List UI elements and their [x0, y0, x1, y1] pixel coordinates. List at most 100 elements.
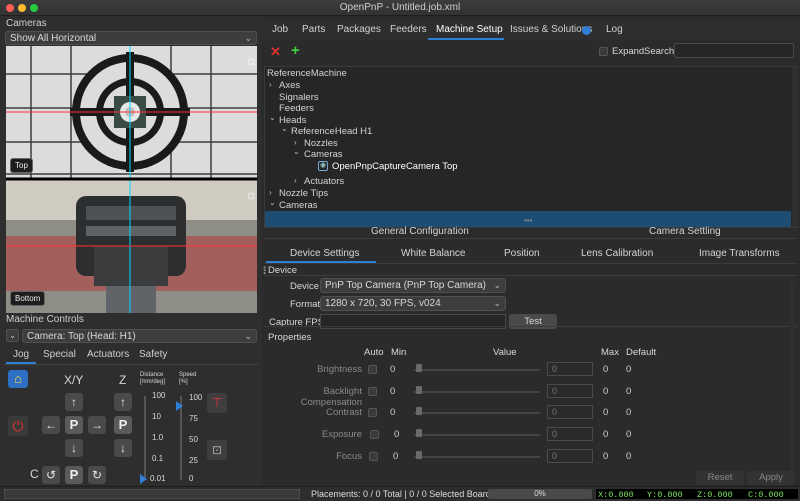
slider-thumb[interactable] — [416, 364, 422, 372]
chevron-right-icon[interactable]: › — [269, 80, 272, 89]
jog-z-plus-button[interactable]: ↑ — [114, 393, 132, 411]
tab-safety[interactable]: Safety — [139, 349, 167, 360]
tree-item-cameras[interactable]: Cameras — [279, 200, 318, 211]
jog-x-minus-button[interactable]: ← — [42, 416, 60, 434]
chevron-down-icon[interactable]: ⌄ — [293, 147, 300, 156]
dro-y[interactable]: Y:0.000 — [647, 490, 683, 500]
auto-checkbox[interactable] — [368, 365, 377, 374]
home-icon[interactable]: ⌂ — [8, 370, 28, 388]
value-input[interactable]: 0 — [547, 384, 593, 398]
rotate-cw-icon[interactable]: ↻ — [88, 466, 106, 484]
delete-icon[interactable]: ✕ — [270, 44, 281, 60]
tab-job[interactable]: Job — [272, 24, 288, 35]
jog-y-minus-button[interactable]: ↓ — [65, 439, 83, 457]
camera-position-icon[interactable]: ⊡ — [207, 440, 227, 460]
tab-machine-setup[interactable]: Machine Setup — [436, 24, 503, 35]
dro-c[interactable]: C:0.000 — [748, 490, 784, 500]
zoom-window-button[interactable] — [30, 4, 38, 12]
park-z-button[interactable]: P — [114, 416, 132, 434]
dro-x[interactable]: X:0.000 — [598, 490, 634, 500]
tree-item-cameras-head[interactable]: Cameras — [304, 149, 343, 160]
tab-position[interactable]: Position — [504, 248, 540, 259]
property-slider[interactable] — [414, 369, 540, 371]
slider-thumb[interactable] — [416, 451, 422, 459]
tree-item-axes[interactable]: Axes — [279, 80, 300, 91]
camera-view-mode-select[interactable]: Show All Horizontal ⌄ — [5, 31, 257, 45]
slider-thumb[interactable] — [416, 429, 422, 437]
tab-lens-calibration[interactable]: Lens Calibration — [581, 248, 653, 259]
tree-item-signalers[interactable]: Signalers — [279, 92, 319, 103]
tree-item-feeders[interactable]: Feeders — [279, 103, 314, 114]
tree-item-reference-machine[interactable]: ReferenceMachine — [267, 68, 347, 79]
sun-icon[interactable]: ☼ — [245, 52, 257, 68]
sun-icon[interactable]: ☼ — [245, 186, 257, 202]
distance-slider-handle[interactable] — [140, 474, 147, 484]
safe-z-icon[interactable]: ⊤ — [207, 393, 227, 413]
tree-item-camera-top[interactable]: OpenPnpCaptureCamera Top — [332, 161, 458, 172]
property-slider[interactable] — [414, 391, 540, 393]
property-slider[interactable] — [414, 412, 540, 414]
park-c-button[interactable]: P — [65, 466, 83, 484]
tab-parts[interactable]: Parts — [302, 24, 325, 35]
tab-camera-settling[interactable]: Camera Settling — [649, 226, 721, 237]
jog-x-plus-button[interactable]: → — [88, 416, 106, 434]
chevron-right-icon[interactable]: › — [269, 188, 272, 197]
tree-item-nozzles[interactable]: Nozzles — [304, 138, 338, 149]
device-value: PnP Top Camera (PnP Top Camera) — [325, 280, 487, 291]
minimize-window-button[interactable] — [18, 4, 26, 12]
search-input[interactable] — [674, 43, 794, 58]
format-select[interactable]: 1280 x 720, 30 FPS, v024 ⌄ — [320, 296, 506, 311]
tab-image-transforms[interactable]: Image Transforms — [699, 248, 780, 259]
tab-jog[interactable]: Jog — [13, 349, 29, 360]
chevron-down-icon[interactable]: ⌄ — [269, 198, 276, 207]
tab-issues-solutions[interactable]: Issues & Solutions — [510, 24, 592, 35]
tab-general-configuration[interactable]: General Configuration — [371, 226, 469, 237]
property-slider[interactable] — [414, 434, 540, 436]
auto-checkbox[interactable] — [368, 408, 377, 417]
chevron-right-icon[interactable]: › — [294, 138, 297, 147]
auto-checkbox[interactable] — [368, 387, 377, 396]
value-input[interactable]: 0 — [547, 449, 593, 463]
distance-slider[interactable] — [144, 396, 146, 480]
tab-special[interactable]: Special — [43, 349, 76, 360]
tree-item-actuators[interactable]: Actuators — [304, 176, 344, 187]
slider-thumb[interactable] — [416, 386, 422, 394]
properties-scrollbar[interactable] — [790, 281, 795, 481]
rotate-ccw-icon[interactable]: ↺ — [42, 466, 60, 484]
machine-camera-select[interactable]: Camera: Top (Head: H1) ⌄ — [22, 329, 257, 343]
slider-thumb[interactable] — [416, 407, 422, 415]
add-icon[interactable]: + — [291, 42, 300, 59]
tab-actuators[interactable]: Actuators — [87, 349, 129, 360]
value-input[interactable]: 0 — [547, 405, 593, 419]
apply-button[interactable]: Apply — [747, 471, 795, 485]
tab-packages[interactable]: Packages — [337, 24, 381, 35]
auto-checkbox[interactable] — [369, 452, 378, 461]
property-slider[interactable] — [414, 456, 540, 458]
tab-log[interactable]: Log — [606, 24, 623, 35]
reset-button[interactable]: Reset — [696, 471, 744, 485]
chevron-down-icon[interactable]: ⌄ — [269, 113, 276, 122]
dro-z[interactable]: Z:0.000 — [697, 490, 733, 500]
auto-checkbox[interactable] — [370, 430, 379, 439]
value-input[interactable]: 0 — [547, 427, 593, 441]
jog-y-plus-button[interactable]: ↑ — [65, 393, 83, 411]
tab-device-settings[interactable]: Device Settings — [290, 248, 359, 259]
tab-white-balance[interactable]: White Balance — [401, 248, 465, 259]
value-input[interactable]: 0 — [547, 362, 593, 376]
device-select[interactable]: PnP Top Camera (PnP Top Camera) ⌄ — [320, 278, 506, 293]
chevron-down-icon[interactable]: ⌄ — [281, 124, 288, 133]
chevron-right-icon[interactable]: › — [294, 176, 297, 185]
close-window-button[interactable] — [6, 4, 14, 12]
camera-view[interactable]: ☼ ☼ Top Bottom — [6, 46, 257, 313]
speed-slider-handle[interactable] — [176, 401, 183, 411]
tab-feeders[interactable]: Feeders — [390, 24, 427, 35]
tree-scrollbar[interactable] — [792, 67, 798, 227]
splitter-handle[interactable]: ••• — [524, 216, 532, 225]
power-icon[interactable]: ⏻ — [8, 416, 28, 436]
tree-item-reference-head[interactable]: ReferenceHead H1 — [291, 126, 372, 137]
expand-checkbox[interactable] — [599, 47, 608, 56]
park-xy-button[interactable]: P — [65, 416, 83, 434]
collapse-chevron-icon[interactable]: ⌄ — [6, 329, 19, 342]
tree-item-nozzle-tips[interactable]: Nozzle Tips — [279, 188, 328, 199]
jog-z-minus-button[interactable]: ↓ — [114, 439, 132, 457]
